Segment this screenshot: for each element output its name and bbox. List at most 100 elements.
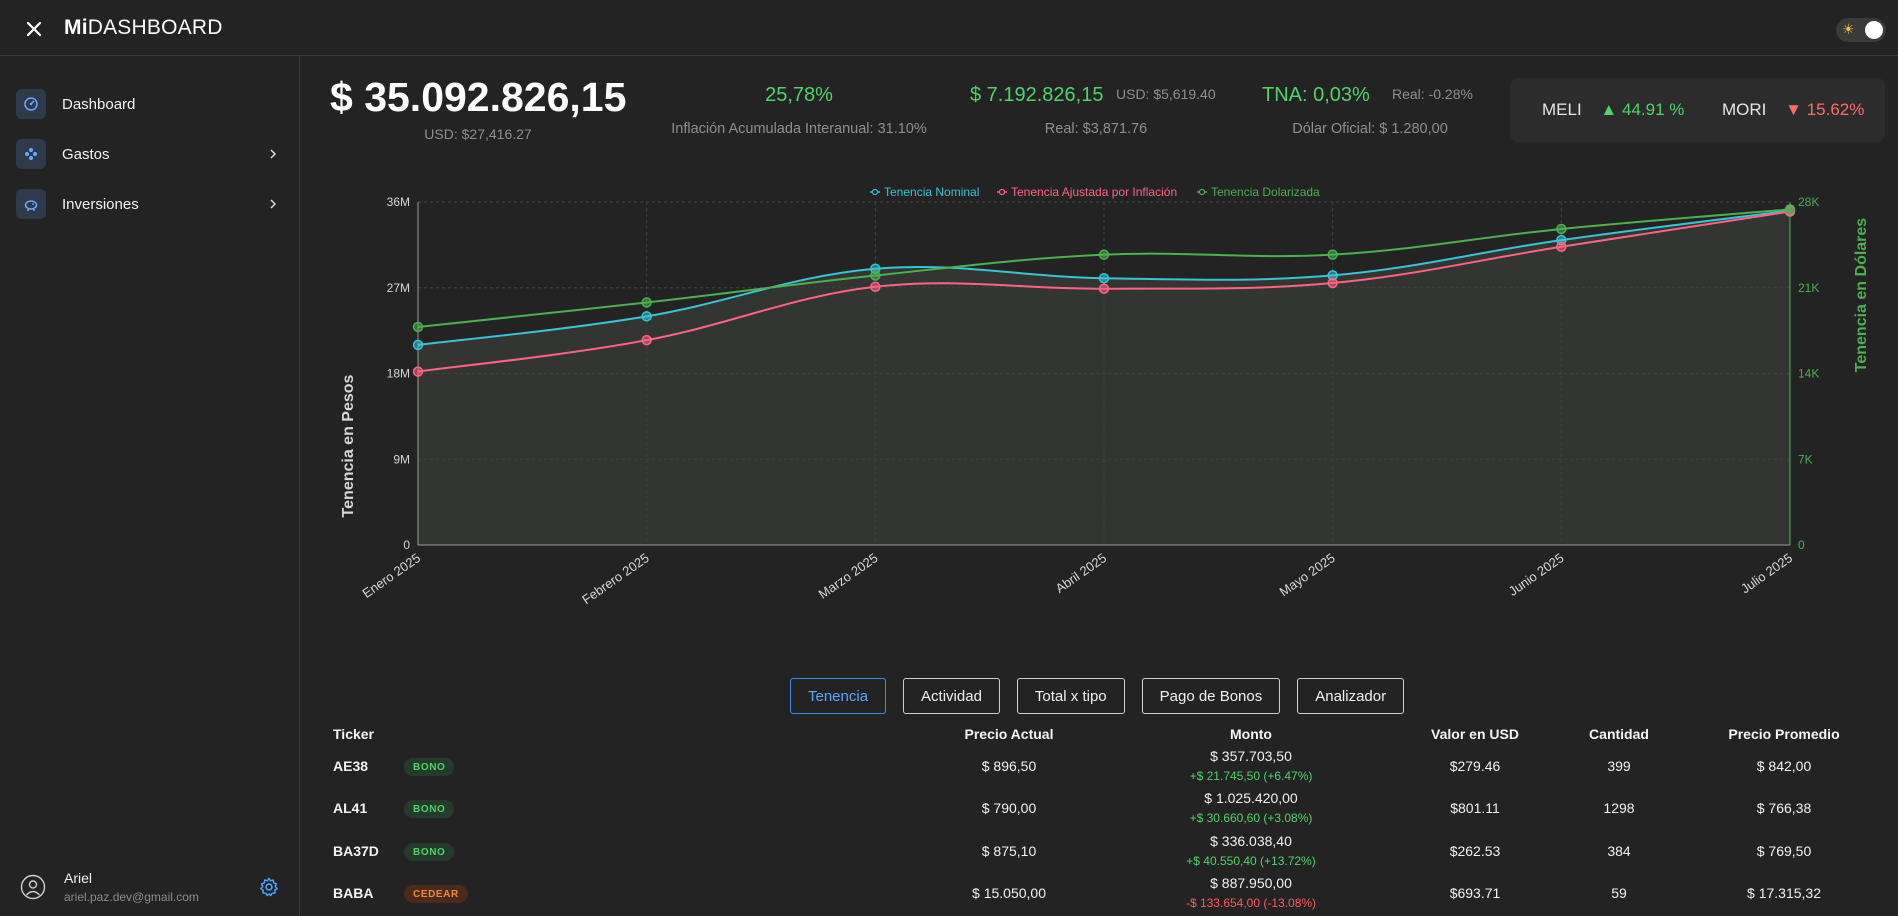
series-line xyxy=(417,210,1791,373)
ticker-cell: AL41 xyxy=(333,800,368,816)
sidebar-item-dashboard[interactable]: Dashboard xyxy=(16,86,284,122)
data-point xyxy=(1327,249,1338,260)
dolar-oficial: Dólar Oficial: $ 1.280,00 xyxy=(1292,121,1448,137)
legend-entry: Tenencia Dolarizada xyxy=(1211,185,1320,199)
x-tick-label: Marzo 2025 xyxy=(816,550,881,602)
ticker-cell: AE38 xyxy=(333,758,369,774)
header-precio-promedio: Precio Promedio xyxy=(1728,726,1840,742)
data-point xyxy=(870,281,881,293)
data-point xyxy=(641,297,652,308)
inflation-percent: 25,78% xyxy=(765,84,833,106)
amount-change: -$ 133.654,00 (-13.08%) xyxy=(1185,896,1317,910)
ticker-change: 44.91 % xyxy=(1621,100,1685,119)
y-axis-title: Tenencia en Pesos xyxy=(340,374,357,517)
usd-cell: $279.46 xyxy=(1449,758,1501,774)
sidebar-item-label: Gastos xyxy=(62,145,110,163)
y2-tick-label: 14K xyxy=(1798,367,1819,381)
legend-marker-dot xyxy=(1198,188,1206,196)
data-point xyxy=(412,339,424,351)
amount-change: +$ 21.745,50 (+6.47%) xyxy=(1189,769,1313,783)
y2-tick-label: 7K xyxy=(1798,452,1813,466)
brand-rest: DASHBOARD xyxy=(87,16,223,39)
ticker-mori[interactable]: MORI ▼ 15.62% xyxy=(1722,100,1864,120)
close-icon[interactable] xyxy=(22,17,46,41)
data-point xyxy=(1556,234,1567,246)
tab-total-x-tipo[interactable]: Total x tipo xyxy=(1016,678,1125,714)
asset-type-badge: BONO xyxy=(404,758,455,776)
ticker-cell: BA37D xyxy=(333,843,379,859)
tab-actividad[interactable]: Actividad xyxy=(903,678,1000,714)
data-point xyxy=(870,263,881,274)
y-tick-label: 27M xyxy=(387,281,410,295)
usd-cell: $262.53 xyxy=(1449,843,1501,859)
gear-icon[interactable] xyxy=(258,876,280,898)
inflation-label: Inflación Acumulada Interanual: 31.10% xyxy=(671,121,927,137)
y-tick-label: 9M xyxy=(393,452,410,466)
ticker-summary: MELI ▲ 44.91 % MORI ▼ 15.62% xyxy=(1510,78,1885,142)
user-panel: Ariel ariel.paz.dev@gmail.com xyxy=(16,864,284,908)
x-tick-label: Mayo 2025 xyxy=(1277,550,1338,599)
sidebar-item-label: Dashboard xyxy=(62,95,136,113)
arrow-up-icon: ▲ xyxy=(1600,100,1618,119)
area-fill xyxy=(418,210,1790,545)
header-valor-usd: Valor en USD xyxy=(1431,726,1519,742)
data-point xyxy=(1784,206,1796,217)
asset-type-badge: BONO xyxy=(404,800,455,818)
gain-real: Real: $3,871.76 xyxy=(1044,121,1148,137)
data-point xyxy=(1556,223,1567,235)
piggy-bank-icon xyxy=(16,189,46,219)
sidebar-item-label: Inversiones xyxy=(62,195,139,213)
ticker-cell: BABA xyxy=(333,885,374,901)
avg-price-cell: $ 842,00 xyxy=(1756,758,1812,774)
y2-tick-label: 21K xyxy=(1798,281,1819,295)
quantity-cell: 59 xyxy=(1611,885,1627,901)
legend-marker-dot xyxy=(998,188,1006,196)
total-usd: USD: $27,416.27 xyxy=(424,126,532,142)
ticker-name: MELI xyxy=(1542,100,1582,119)
tab-analizador[interactable]: Analizador xyxy=(1297,678,1405,714)
data-point xyxy=(1098,249,1110,260)
quantity-cell: 1298 xyxy=(1603,800,1635,816)
avg-price-cell: $ 769,50 xyxy=(1756,843,1812,859)
avg-price-cell: $ 17.315,32 xyxy=(1747,885,1821,901)
header-cantidad: Cantidad xyxy=(1589,726,1649,742)
usd-cell: $693.71 xyxy=(1449,885,1501,901)
data-point xyxy=(412,321,424,333)
usd-cell: $801.11 xyxy=(1450,800,1500,816)
x-tick-label: Enero 2025 xyxy=(359,550,423,601)
y-tick-label: 0 xyxy=(403,538,410,552)
chevron-right-icon xyxy=(270,199,277,209)
data-point xyxy=(1556,241,1567,253)
ticker-meli[interactable]: MELI ▲ 44.91 % xyxy=(1542,100,1684,120)
user-email: ariel.paz.dev@gmail.com xyxy=(64,890,199,904)
series-line xyxy=(417,209,1791,346)
tab-pago-de-bonos[interactable]: Pago de Bonos xyxy=(1141,678,1281,714)
legend-entry: Tenencia Nominal xyxy=(884,185,979,199)
sidebar: Dashboard Gastos Inversiones Ariel ariel… xyxy=(0,56,300,916)
arrow-down-icon: ▼ xyxy=(1785,100,1802,119)
data-point xyxy=(412,366,424,377)
amount-cell: $ 887.950,00 xyxy=(1210,875,1292,891)
top-bar: MiDASHBOARD ☀ xyxy=(0,0,1898,56)
data-point xyxy=(870,270,881,281)
y2-tick-label: 0 xyxy=(1798,538,1805,552)
header-precio-actual: Precio Actual xyxy=(964,726,1054,742)
header-monto: Monto xyxy=(1230,726,1272,742)
y-tick-label: 18M xyxy=(387,367,410,381)
ticker-name: MORI xyxy=(1722,100,1767,119)
price-cell: $ 875,10 xyxy=(981,843,1037,859)
x-tick-label: Julio 2025 xyxy=(1738,550,1795,596)
asset-type-badge: BONO xyxy=(404,843,455,861)
amount-cell: $ 357.703,50 xyxy=(1210,748,1292,764)
tab-tenencia[interactable]: Tenencia xyxy=(790,678,887,714)
tna-real: Real: -0.28% xyxy=(1392,86,1473,102)
price-cell: $ 790,00 xyxy=(981,800,1037,816)
amount-change: +$ 30.660,60 (+3.08%) xyxy=(1189,811,1313,825)
total-balance: $ 35.092.826,15 xyxy=(330,74,627,120)
theme-toggle[interactable]: ☀ xyxy=(1836,18,1886,42)
user-avatar-icon[interactable] xyxy=(20,874,46,900)
tna-value: TNA: 0,03% xyxy=(1262,84,1370,106)
sidebar-item-inversiones[interactable]: Inversiones xyxy=(16,186,284,222)
tab-bar: Tenencia Actividad Total x tipo Pago de … xyxy=(790,678,1405,714)
sidebar-item-gastos[interactable]: Gastos xyxy=(16,136,284,172)
